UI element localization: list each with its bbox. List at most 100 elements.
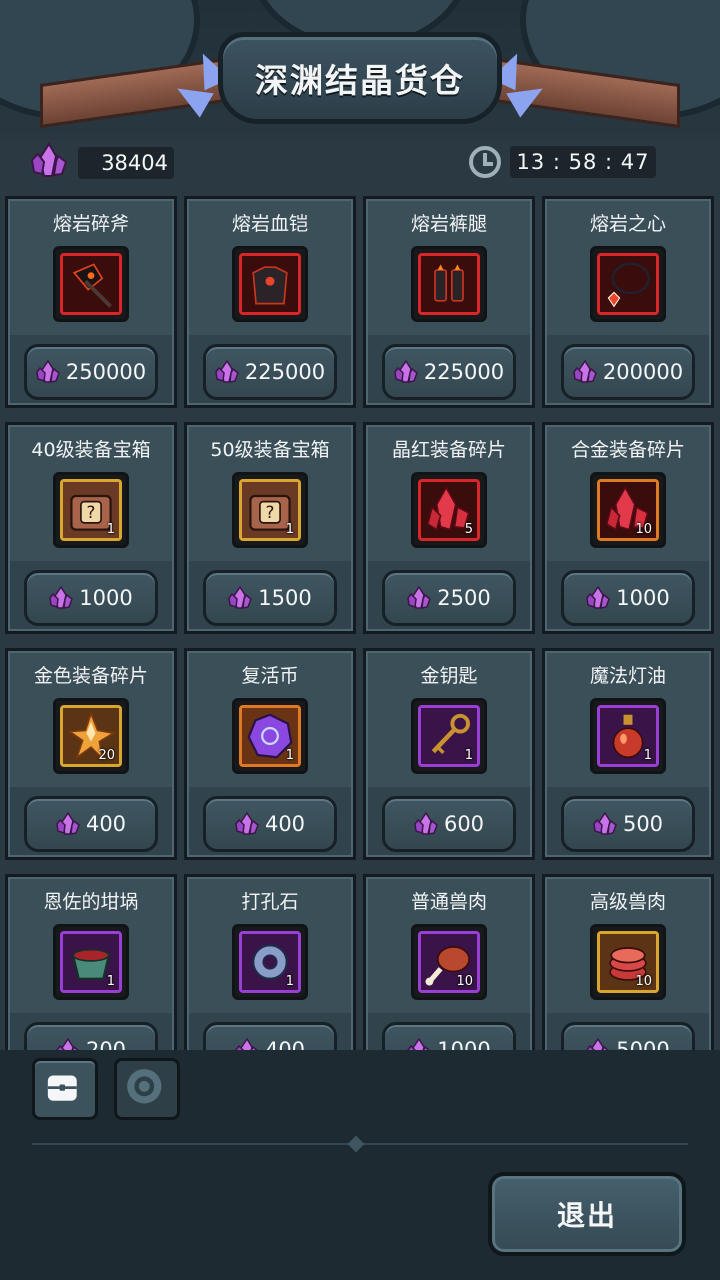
item-icon-slot: 10 [418,931,480,993]
item-name: 50级装备宝箱 [210,439,330,461]
shop-item-card[interactable]: 熔岩血铠 225000 [184,196,356,408]
buy-button[interactable]: 500 [561,796,695,852]
item-icon-slot: 10 [597,479,659,541]
item-icon-frame[interactable] [232,246,308,322]
lava-greaves-icon [421,256,477,312]
shop-item-card[interactable]: 熔岩裤腿 225000 [363,196,535,408]
shop-item-card[interactable]: 魔法灯油 1 500 [542,648,714,860]
buy-button[interactable]: 225000 [382,344,516,400]
shop-item-card[interactable]: 合金装备碎片 10 1000 [542,422,714,634]
shop-item-card[interactable]: 熔岩之心 200000 [542,196,714,408]
item-icon-frame[interactable]: 10 [590,472,666,548]
purple-crystal-icon [407,1038,431,1050]
item-icon-slot [597,253,659,315]
item-name: 熔岩碎斧 [52,213,129,235]
item-name: 熔岩之心 [589,213,666,235]
item-price: 225000 [244,360,326,384]
buy-button[interactable]: 1000 [382,1022,516,1050]
svg-text:?: ? [266,502,275,522]
buy-button[interactable]: 1000 [24,570,158,626]
purple-crystal-icon [235,1038,258,1050]
item-icon-frame[interactable]: ? 1 [53,472,129,548]
chest-tab-icon [47,1075,77,1101]
item-icon-frame[interactable] [53,246,129,322]
item-price: 225000 [423,360,505,384]
item-icon-slot [60,253,122,315]
buy-button[interactable]: 225000 [203,344,337,400]
item-price: 1000 [79,586,133,610]
purple-crystal-icon [235,812,259,835]
shop-grid-viewport[interactable]: 熔岩碎斧 250000 熔岩血铠 225000 熔岩裤腿 225000 熔岩之心 200000… [0,190,720,1050]
item-count: 1 [106,974,115,989]
title-plate: 深渊结晶货仓 [218,32,502,124]
item-icon-slot: 1 [60,931,122,993]
item-icon-slot: ? 1 [239,479,301,541]
item-price: 400 [264,812,306,836]
shop-item-card[interactable]: 50级装备宝箱? 1 1500 [184,422,356,634]
shop-item-card[interactable]: 40级装备宝箱? 1 1000 [5,422,177,634]
tab-chest-shop[interactable] [32,1058,98,1120]
buy-button[interactable]: 200000 [561,344,695,400]
item-icon-slot: 10 [597,931,659,993]
buy-button[interactable]: 2500 [382,570,516,626]
item-price: 2500 [437,586,491,610]
refresh-timer-text: 13 : 58 : 47 [516,150,650,174]
shop-grid: 熔岩碎斧 250000 熔岩血铠 225000 熔岩裤腿 225000 熔岩之心 200000… [5,196,714,1050]
buy-button[interactable]: 400 [203,1022,337,1050]
buy-button[interactable]: 5000 [561,1022,695,1050]
item-icon-frame[interactable]: 1 [411,698,487,774]
item-icon-frame[interactable]: 20 [53,698,129,774]
item-count: 1 [106,522,115,537]
header: 深渊结晶货仓 [0,0,720,140]
buy-button[interactable]: 400 [203,796,337,852]
item-name: 金色装备碎片 [33,665,148,687]
shop-item-card[interactable]: 金色装备碎片 20 400 [5,648,177,860]
buy-button[interactable]: 200 [24,1022,158,1050]
exit-button[interactable]: 退出 [488,1172,686,1256]
item-icon-frame[interactable]: ? 1 [232,472,308,548]
shop-item-card[interactable]: 普通兽肉 10 1000 [363,874,535,1050]
buy-button[interactable]: 250000 [24,344,158,400]
item-icon-frame[interactable] [590,246,666,322]
shop-item-card[interactable]: 高级兽肉 10 5000 [542,874,714,1050]
purple-crystal-icon [215,360,239,383]
item-count: 1 [285,974,294,989]
shop-item-card[interactable]: 恩佐的坩埚 1 200 [5,874,177,1050]
lava-heart-amulet-icon [600,256,656,312]
item-price: 500 [622,812,664,836]
item-name: 金钥匙 [420,665,478,687]
item-icon-frame[interactable]: 1 [590,698,666,774]
refresh-timer: 13 : 58 : 47 [510,146,656,178]
purple-crystal-icon [228,586,253,609]
shop-item-card[interactable]: 金钥匙 1 600 [363,648,535,860]
shop-item-card[interactable]: 熔岩碎斧 250000 [5,196,177,408]
clock-icon [469,146,501,178]
shop-item-card[interactable]: 晶红装备碎片 5 2500 [363,422,535,634]
buy-button[interactable]: 1000 [561,570,695,626]
item-icon-frame[interactable]: 5 [411,472,487,548]
purple-crystal-icon [407,586,432,609]
item-icon-frame[interactable] [411,246,487,322]
shop-item-card[interactable]: 复活币 1 400 [184,648,356,860]
svg-text:?: ? [87,502,96,522]
item-price: 200 [85,1038,127,1050]
item-icon-frame[interactable]: 1 [232,924,308,1000]
item-price: 1500 [258,586,312,610]
abyss-emblem-tab-icon [127,1069,162,1104]
buy-button[interactable]: 400 [24,796,158,852]
item-count: 1 [285,748,294,763]
buy-button[interactable]: 600 [382,796,516,852]
item-icon-frame[interactable]: 10 [411,924,487,1000]
item-icon-slot: 1 [597,705,659,767]
item-name: 晶红装备碎片 [391,439,506,461]
shop-item-card[interactable]: 打孔石 1 400 [184,874,356,1050]
item-count: 1 [285,522,294,537]
purple-crystal-icon [394,360,418,383]
tab-abyss-shop[interactable] [114,1058,180,1120]
item-icon-frame[interactable]: 10 [590,924,666,1000]
item-icon-frame[interactable]: 1 [53,924,129,1000]
buy-button[interactable]: 1500 [203,570,337,626]
item-name: 熔岩裤腿 [410,213,487,235]
item-icon-slot: 1 [239,931,301,993]
item-icon-frame[interactable]: 1 [232,698,308,774]
